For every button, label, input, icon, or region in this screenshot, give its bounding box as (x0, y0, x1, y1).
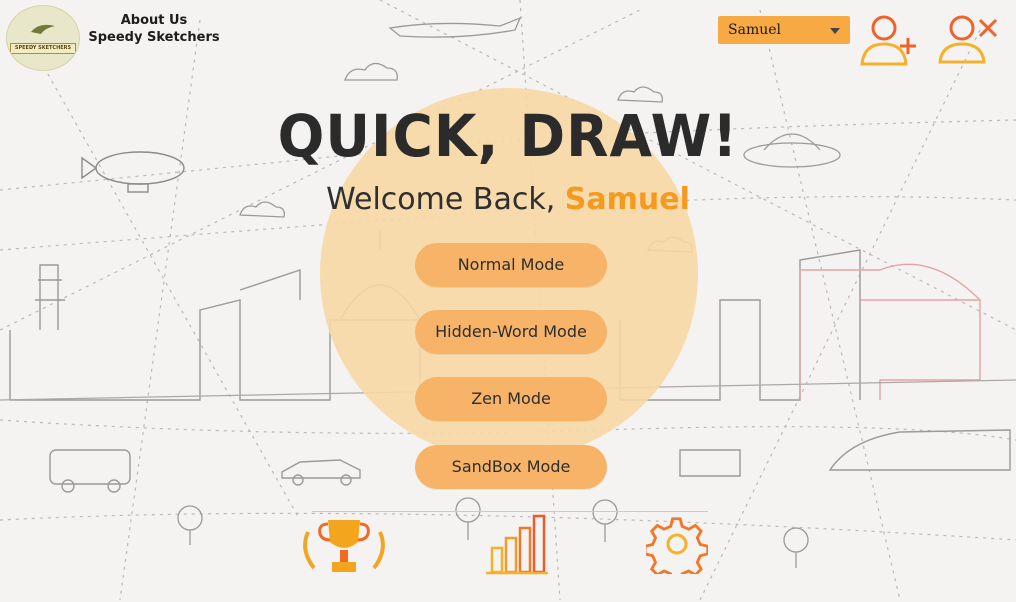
app-name-label: Speedy Sketchers (88, 30, 220, 45)
about-us-link[interactable]: About Us Speedy Sketchers (84, 12, 224, 46)
page-title: QUICK, DRAW! (277, 102, 739, 170)
selected-user: Samuel (728, 22, 781, 38)
welcome-user-name: Samuel (564, 182, 690, 217)
about-us-label: About Us (120, 13, 188, 28)
add-user-icon[interactable] (858, 12, 920, 70)
normal-mode-button[interactable]: Normal Mode (415, 243, 607, 287)
chevron-down-icon (830, 28, 840, 34)
welcome-message: Welcome Back, Samuel (0, 182, 1016, 217)
logo-ribbon: SPEEDY SKETCHERS (10, 43, 76, 54)
bird-icon (31, 24, 55, 34)
remove-user-icon[interactable] (936, 12, 1002, 70)
hidden-word-mode-button[interactable]: Hidden-Word Mode (415, 310, 607, 354)
speedy-sketchers-logo[interactable]: SPEEDY SKETCHERS (6, 5, 80, 71)
trophy-icon[interactable] (298, 514, 390, 578)
sandbox-mode-button[interactable]: SandBox Mode (415, 445, 607, 489)
zen-mode-button[interactable]: Zen Mode (415, 377, 607, 421)
footer-divider (312, 511, 708, 512)
leaderboard-icon[interactable] (484, 514, 550, 576)
user-select-dropdown[interactable]: Samuel (718, 16, 850, 44)
welcome-prefix: Welcome Back, (326, 182, 565, 217)
settings-icon[interactable] (646, 514, 708, 574)
